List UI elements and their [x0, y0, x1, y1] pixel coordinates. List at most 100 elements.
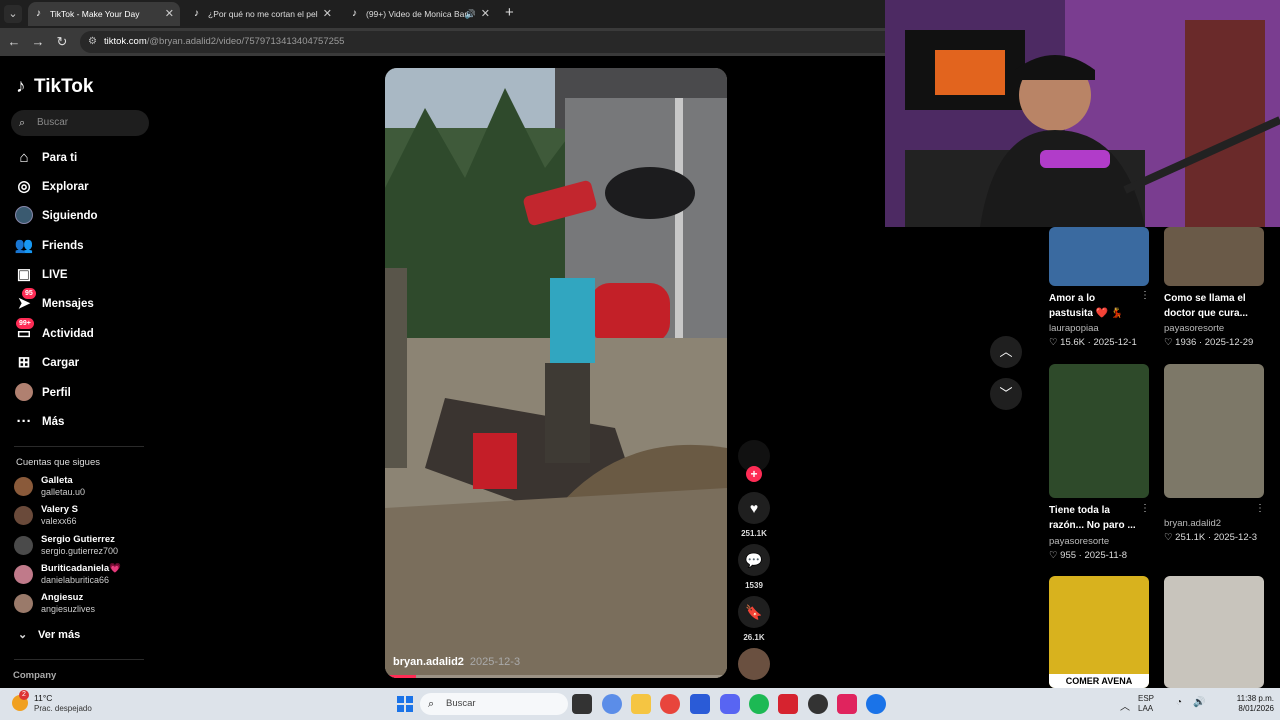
- address-bar[interactable]: ⚙ tiktok.com/@bryan.adalid2/video/757971…: [80, 31, 885, 53]
- following-account[interactable]: Buriticadaniela💗 danielaburitica66: [14, 562, 159, 588]
- nav-mas[interactable]: ··· Más: [14, 410, 154, 434]
- company-link[interactable]: Company: [13, 670, 56, 681]
- logo-text: TikTok: [34, 76, 94, 97]
- nav-explorar[interactable]: ◎ Explorar: [14, 175, 154, 199]
- copilot-icon[interactable]: [602, 694, 622, 714]
- volume-icon[interactable]: 🔊: [1193, 697, 1205, 708]
- nav-label: LIVE: [42, 269, 68, 281]
- nav-label: Friends: [42, 240, 84, 252]
- sidebar: ♪ TikTok ⌕ Buscar ⌂ Para ti ◎ Explorar Si…: [0, 56, 165, 688]
- next-video-button[interactable]: ﹀: [990, 378, 1022, 410]
- more-icon: ···: [16, 413, 32, 430]
- video-user[interactable]: payasoresorte: [1164, 323, 1224, 334]
- store-icon[interactable]: [690, 694, 710, 714]
- comment-button[interactable]: 💬: [738, 544, 770, 576]
- video-thumbnail[interactable]: [1164, 576, 1264, 688]
- video-user[interactable]: laurapopiaa: [1049, 323, 1099, 334]
- task-view-icon[interactable]: [572, 694, 592, 714]
- following-account[interactable]: Galleta galletau.u0: [14, 474, 159, 500]
- more-options-icon[interactable]: ⋮: [1140, 503, 1150, 514]
- nav-actividad[interactable]: ▭ 99+ Actividad: [14, 318, 154, 346]
- previous-video-button[interactable]: ︿: [990, 336, 1022, 368]
- avatar: [14, 536, 33, 555]
- follow-plus-button[interactable]: +: [746, 466, 762, 482]
- tab-search-button[interactable]: ⌄: [4, 5, 22, 23]
- following-account[interactable]: Sergio Gutierrez sergio.gutierrez700: [14, 533, 159, 559]
- app-x-icon[interactable]: [778, 694, 798, 714]
- taskbar-search[interactable]: ⌕ Buscar: [420, 693, 568, 715]
- nav-mensajes[interactable]: ➤ 95 Mensajes: [14, 288, 154, 316]
- tiktok-app-icon[interactable]: [837, 694, 857, 714]
- more-options-icon[interactable]: ⋮: [1140, 290, 1150, 301]
- compass-icon: ◎: [17, 178, 31, 195]
- save-button[interactable]: 🔖: [738, 596, 770, 628]
- nav-label: Actividad: [42, 328, 94, 340]
- video-user[interactable]: bryan.adalid2: [1164, 518, 1221, 529]
- video-title[interactable]: Tiene toda la razón... No paro ...: [1049, 503, 1141, 533]
- thumbnail-caption: COMER AVENA: [1049, 674, 1149, 688]
- tab-pelo[interactable]: ♪ ¿Por qué no me cortan el pelo? ✕: [186, 2, 338, 26]
- video-title[interactable]: Como se llama el doctor que cura...: [1164, 291, 1256, 321]
- obs-icon[interactable]: [808, 694, 828, 714]
- video-author[interactable]: bryan.adalid2 2025-12-3: [393, 656, 520, 668]
- forward-icon[interactable]: →: [30, 34, 46, 49]
- following-account[interactable]: Valery S valexx66: [14, 503, 159, 529]
- site-info-icon[interactable]: ⚙: [88, 31, 97, 53]
- video-likes: 251.1K: [1175, 532, 1206, 543]
- chrome-icon[interactable]: [660, 694, 680, 714]
- weather-widget[interactable]: 2 11°C Prac. despejado: [12, 690, 122, 717]
- tab-tiktok[interactable]: ♪ TikTok - Make Your Day ✕: [28, 2, 180, 26]
- nav-siguiendo[interactable]: Siguiendo: [14, 204, 154, 228]
- video-stats: ♡ 955 · 2025-11-8: [1049, 550, 1128, 561]
- video-thumbnail[interactable]: COMER AVENA: [1049, 576, 1149, 688]
- close-icon[interactable]: ✕: [323, 2, 332, 26]
- nav-perfil[interactable]: Perfil: [14, 381, 154, 405]
- url-path: /@bryan.adalid2/video/757971341340475725…: [146, 36, 345, 47]
- clock[interactable]: 11:38 p.m. 8/01/2026: [1222, 694, 1274, 714]
- network-icon[interactable]: ◔: [1176, 697, 1182, 708]
- audio-playing-icon[interactable]: 🔊: [465, 2, 476, 26]
- language-indicator[interactable]: ESP LAA: [1138, 694, 1154, 714]
- avatar: [14, 477, 33, 496]
- reload-icon[interactable]: ↻: [54, 34, 70, 50]
- video-thumbnail[interactable]: [1164, 227, 1264, 286]
- nav-live[interactable]: ▣ LIVE: [14, 263, 154, 287]
- more-options-icon[interactable]: ⋮: [1255, 503, 1265, 514]
- video-likes: 955: [1060, 550, 1077, 561]
- chevron-down-icon: ﹀: [999, 386, 1013, 401]
- like-button[interactable]: ♥: [738, 492, 770, 524]
- app-icon[interactable]: [866, 694, 886, 714]
- tray-chevron-icon[interactable]: ︿: [1120, 698, 1130, 713]
- tab-title: TikTok - Make Your Day: [50, 9, 140, 19]
- tiktok-logo[interactable]: ♪ TikTok: [16, 76, 93, 98]
- nav-cargar[interactable]: ⊞ Cargar: [14, 351, 154, 375]
- new-tab-button[interactable]: +: [505, 4, 514, 21]
- back-icon[interactable]: ←: [6, 34, 22, 49]
- file-explorer-icon[interactable]: [631, 694, 651, 714]
- following-account[interactable]: Angiesuz angiesuzlives: [14, 591, 159, 617]
- tiktok-favicon-icon: ♪: [352, 8, 357, 19]
- video-thumbnail[interactable]: [1049, 364, 1149, 498]
- close-icon[interactable]: ✕: [165, 2, 174, 26]
- spotify-icon[interactable]: [749, 694, 769, 714]
- windows-start-icon[interactable]: [395, 694, 415, 714]
- tab-monica[interactable]: ♪ (99+) Video de Monica Barc 🔊 ✕: [344, 2, 496, 26]
- search-input[interactable]: ⌕ Buscar: [11, 110, 149, 136]
- video-thumbnail[interactable]: [1049, 227, 1149, 286]
- avatar: [14, 565, 33, 584]
- avatar: [14, 506, 33, 525]
- see-more-button[interactable]: ⌄ Ver más: [18, 628, 80, 641]
- taskbar-search-placeholder: Buscar: [446, 698, 476, 709]
- video-title[interactable]: Amor a lo pastusita ❤️ 💃: [1049, 291, 1141, 321]
- nav-friends[interactable]: 👥 Friends: [14, 234, 154, 258]
- video-player[interactable]: bryan.adalid2 2025-12-3: [385, 68, 727, 678]
- video-user[interactable]: payasoresorte: [1049, 536, 1109, 547]
- sound-avatar[interactable]: [738, 648, 770, 680]
- nav-para-ti[interactable]: ⌂ Para ti: [14, 146, 154, 170]
- video-progress-bar[interactable]: [385, 675, 727, 678]
- video-thumbnail[interactable]: [1164, 364, 1264, 498]
- clock-date: 8/01/2026: [1238, 704, 1274, 713]
- account-username: angiesuzlives: [41, 604, 96, 614]
- discord-icon[interactable]: [720, 694, 740, 714]
- close-icon[interactable]: ✕: [481, 2, 490, 26]
